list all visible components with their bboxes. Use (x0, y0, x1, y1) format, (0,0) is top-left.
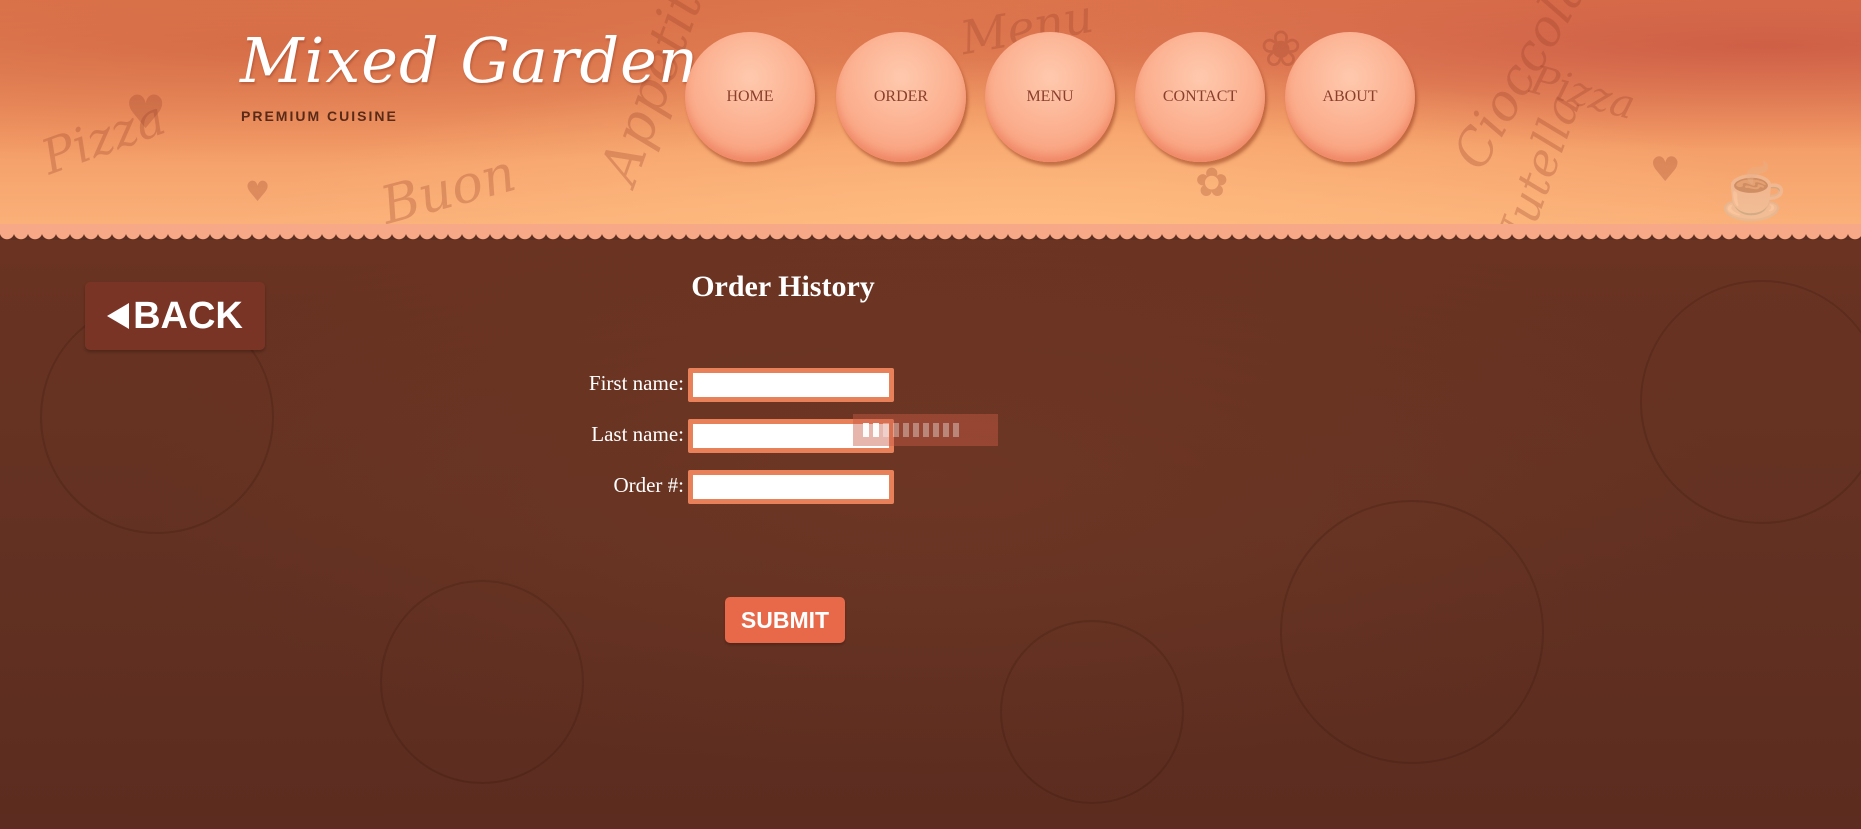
last-name-row: Last name: (0, 417, 684, 451)
page-title: Order History (691, 270, 875, 303)
brand-title[interactable]: Mixed Garden (240, 24, 699, 97)
content-background (0, 240, 1861, 829)
nav-item-order[interactable]: ORDER (836, 32, 966, 162)
strength-bar (863, 423, 869, 437)
heart-icon: ♥ (125, 85, 167, 139)
heart-icon: ♥ (245, 175, 271, 208)
first-name-input[interactable] (688, 368, 894, 402)
strength-bar (943, 423, 949, 437)
brand-subtitle: PREMIUM CUISINE (241, 108, 398, 124)
strength-bar (893, 423, 899, 437)
site-header: Pizza Buon Appetito Menu Cioccolato Pizz… (0, 0, 1861, 232)
password-manager-widget[interactable] (853, 414, 998, 446)
decorative-ring (1280, 500, 1544, 764)
decorative-doodle-icon: Buon (374, 143, 522, 232)
first-name-label: First name: (588, 371, 684, 395)
nav-item-contact[interactable]: CONTACT (1135, 32, 1265, 162)
submit-button[interactable]: SUBMIT (725, 597, 845, 643)
last-name-label: Last name: (591, 422, 684, 446)
strength-bar (913, 423, 919, 437)
nav-item-about[interactable]: ABOUT (1285, 32, 1415, 162)
strength-bar (953, 423, 959, 437)
decorative-ring (1640, 280, 1861, 524)
teapot-icon: ☕ (1720, 160, 1788, 223)
strength-bar (883, 423, 889, 437)
order-number-input[interactable] (688, 470, 894, 504)
decorative-ring (1000, 620, 1184, 804)
strength-bar (923, 423, 929, 437)
flower-icon: ✿ (1195, 160, 1229, 206)
order-number-label: Order #: (613, 473, 684, 497)
decorative-ring (380, 580, 584, 784)
order-number-row: Order #: (0, 468, 684, 502)
nav-item-home[interactable]: HOME (685, 32, 815, 162)
back-arrow-icon (107, 303, 130, 329)
strength-bar (903, 423, 909, 437)
strength-bar (873, 423, 879, 437)
strength-bar (933, 423, 939, 437)
heart-icon: ♥ (1650, 150, 1681, 190)
nav-item-menu[interactable]: MENU (985, 32, 1115, 162)
first-name-row: First name: (0, 366, 684, 400)
